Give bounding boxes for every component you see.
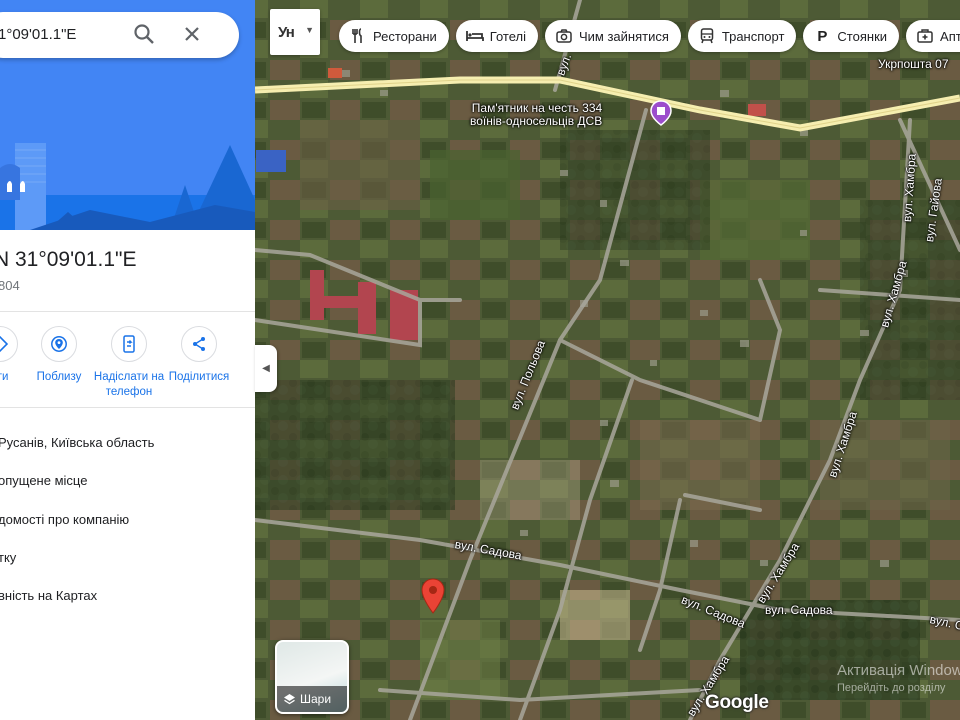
transit-icon (698, 27, 716, 45)
pharmacy-icon (916, 27, 934, 45)
google-logo: Google (705, 692, 769, 713)
share-icon (181, 326, 217, 362)
monument-pin-icon[interactable] (650, 100, 672, 126)
info-row-label[interactable]: тку (0, 550, 16, 565)
info-row-address[interactable]: Русанів, Київська область (0, 435, 154, 450)
hotel-icon (465, 27, 484, 45)
place-title: N 31°09'01.1"E (0, 248, 137, 271)
info-row-missing-place[interactable]: опущене місце (0, 473, 87, 488)
divider (0, 311, 255, 312)
parking-icon: P (817, 27, 828, 45)
chip-hotels[interactable]: Готелі (455, 20, 538, 52)
search-box[interactable]: 1°09'01.1"E (0, 12, 239, 58)
category-chips: Ресторани Готелі Чим зайнятися Транспорт… (339, 20, 960, 52)
poi-label[interactable]: Пам'ятник на честь 334 воїнів-односельці… (470, 102, 602, 128)
layers-icon (284, 693, 295, 704)
action-share[interactable]: Поділитися (154, 326, 244, 385)
chip-pharmacy[interactable]: Апте (906, 20, 960, 52)
location-pin-icon[interactable] (421, 578, 445, 614)
chip-parking[interactable]: P Стоянки (803, 20, 900, 52)
search-icon[interactable] (133, 23, 155, 45)
windows-activation-watermark: Активація Windows Перейдіть до розділу (837, 662, 960, 694)
street-label-sadova-3: вул. Садова (765, 603, 833, 617)
chip-label: Готелі (489, 28, 526, 44)
chip-restaurants[interactable]: Ресторани (339, 20, 449, 52)
collapse-panel-button[interactable]: ◀ (255, 345, 277, 392)
chevron-left-icon: ◀ (262, 363, 270, 374)
chip-transit[interactable]: Транспорт (687, 20, 797, 52)
post-office-label[interactable]: Укрпошта 07 (878, 58, 949, 71)
chip-label: Ресторани (373, 28, 437, 44)
restaurant-icon (349, 27, 367, 45)
chip-label: Чим зайнятися (578, 28, 669, 44)
chip-label: Стоянки (837, 28, 888, 44)
search-query[interactable]: 1°09'01.1"E (0, 26, 76, 43)
place-panel: 1°09'01.1"E N 31°09'01.1"E 804 тти Побли… (0, 0, 255, 720)
action-label: Поділитися (168, 371, 230, 383)
info-row-maps-activity[interactable]: вність на Картах (0, 588, 97, 603)
layers-label: Шари (300, 692, 332, 706)
chip-label: Апте (940, 28, 960, 44)
place-subtitle: 804 (0, 278, 20, 293)
dropdown-arrow-icon: ▼ (305, 25, 314, 35)
language-selector[interactable]: Ун ▼ (270, 9, 320, 55)
nearby-icon (41, 326, 77, 362)
chip-label: Транспорт (721, 28, 785, 44)
poi-line-2: воїнів-односельців ДСВ (470, 114, 603, 128)
close-icon[interactable] (182, 24, 202, 44)
watermark-line-2: Перейдіть до розділу (837, 682, 946, 694)
layers-button[interactable]: Шари (275, 640, 349, 714)
camera-icon (555, 27, 573, 45)
watermark-line-1: Активація Windows (837, 662, 960, 679)
send-to-phone-icon (111, 326, 147, 362)
divider (0, 407, 255, 408)
chip-things-to-do[interactable]: Чим зайнятися (544, 20, 681, 52)
language-label: Ун (278, 23, 295, 41)
info-row-business-info[interactable]: домості про компанію (0, 512, 129, 527)
